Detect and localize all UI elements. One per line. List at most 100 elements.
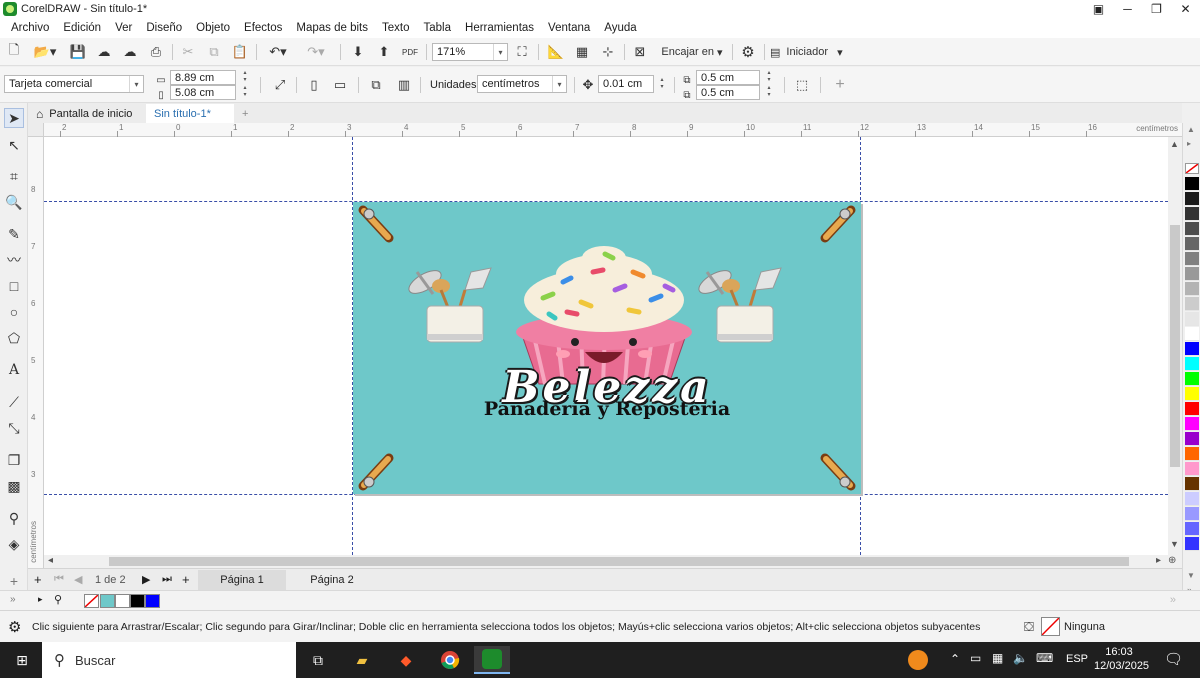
keyboard-icon[interactable]: ⌨ xyxy=(1036,651,1053,665)
palette-scroll-up-icon[interactable]: ▲ xyxy=(1187,125,1195,134)
save-icon[interactable]: 💾 xyxy=(68,42,88,62)
guideline-bottom[interactable] xyxy=(44,494,1168,495)
palette-swatch[interactable] xyxy=(1185,177,1199,191)
tray-app-icon[interactable] xyxy=(908,650,928,670)
palette-options-icon[interactable]: ▸ xyxy=(1187,139,1191,148)
notifications-icon[interactable]: 🗨 xyxy=(1164,650,1183,668)
export-icon[interactable]: ⬆ xyxy=(374,42,394,62)
next-page-button[interactable]: ▶ xyxy=(142,573,150,586)
palette-swatch[interactable] xyxy=(1185,342,1199,356)
windows-start-icon[interactable]: ⊞ xyxy=(4,646,40,674)
palette-swatch[interactable] xyxy=(1185,372,1199,386)
eyedropper-tool-icon[interactable]: ⚲ xyxy=(4,508,24,528)
brave-browser-icon[interactable]: ◆ xyxy=(388,646,424,674)
network-icon[interactable]: ▦ xyxy=(992,651,1003,665)
connector-tool-icon[interactable]: ⤡ xyxy=(4,418,24,438)
tray-expand-icon[interactable]: ⌃ xyxy=(950,652,960,666)
pdf-icon[interactable]: PDF xyxy=(400,42,420,62)
menu-archivo[interactable]: Archivo xyxy=(4,18,56,38)
copy-icon[interactable]: ⧉ xyxy=(204,42,224,62)
palette-swatch[interactable] xyxy=(1185,507,1199,521)
customize-toolbox-icon[interactable]: + xyxy=(4,571,24,591)
tab-home[interactable]: ⌂ Pantalla de inicio xyxy=(28,104,140,123)
cloud-sync-icon[interactable]: ☁ xyxy=(120,42,140,62)
horizontal-ruler[interactable]: 2 1 0 1 2 3 4 5 6 7 8 9 10 11 12 13 14 15 16 centímetros xyxy=(44,123,1182,137)
snap-off-icon[interactable]: ⊠ xyxy=(630,42,650,62)
tab-document[interactable]: Sin título-1* xyxy=(146,104,234,123)
fill-none-swatch[interactable] xyxy=(1041,617,1060,636)
text-tool-icon[interactable]: A xyxy=(4,360,24,380)
scroll-right-icon[interactable]: ▸ xyxy=(1156,555,1161,566)
current-page-icon[interactable]: ▥ xyxy=(394,75,414,95)
menu-ver[interactable]: Ver xyxy=(108,18,139,38)
palette-swatch[interactable] xyxy=(1185,207,1199,221)
nudge-spinner[interactable]: ▴ ▾ xyxy=(655,77,669,91)
vertical-scroll-thumb[interactable] xyxy=(1170,225,1180,467)
palette-swatch[interactable] xyxy=(1185,192,1199,206)
import-icon[interactable]: ⬇ xyxy=(348,42,368,62)
chrome-icon[interactable] xyxy=(432,646,468,674)
pick-tool-icon[interactable]: ➤ xyxy=(4,108,24,128)
menu-herramientas[interactable]: Herramientas xyxy=(458,18,541,38)
doc-swatch[interactable] xyxy=(145,594,160,608)
previous-page-button[interactable]: ◀ xyxy=(74,573,82,586)
add-page-before-button[interactable]: + xyxy=(34,572,42,587)
file-explorer-icon[interactable]: ▰ xyxy=(344,646,380,674)
menu-edicion[interactable]: Edición xyxy=(56,18,108,38)
freehand-tool-icon[interactable]: ✎ xyxy=(4,224,24,244)
scroll-down-icon[interactable]: ▼ xyxy=(1170,539,1179,549)
menu-ayuda[interactable]: Ayuda xyxy=(597,18,643,38)
page-width-field[interactable]: 8.89 cm xyxy=(170,70,236,85)
palette-swatch[interactable] xyxy=(1185,282,1199,296)
task-view-icon[interactable]: ⧉ xyxy=(300,646,336,674)
paste-icon[interactable]: 📋 xyxy=(230,42,250,62)
options-gear-icon[interactable]: ⚙ xyxy=(738,42,758,62)
palette-swatch[interactable] xyxy=(1185,462,1199,476)
doc-swatch[interactable] xyxy=(100,594,115,608)
launcher-dropdown[interactable]: ▤ Iniciador ▾ xyxy=(770,42,860,62)
language-indicator[interactable]: ESP xyxy=(1066,653,1088,665)
palette-swatch[interactable] xyxy=(1185,432,1199,446)
menu-tabla[interactable]: Tabla xyxy=(417,18,459,38)
transparency-tool-icon[interactable]: ▩ xyxy=(4,476,24,496)
ruler-origin[interactable] xyxy=(28,123,44,137)
palette-swatch[interactable] xyxy=(1185,492,1199,506)
coreldraw-taskbar-icon[interactable] xyxy=(474,646,510,674)
rectangle-tool-icon[interactable]: □ xyxy=(4,276,24,296)
vertical-ruler[interactable]: 8 7 6 5 4 3 centímetros xyxy=(28,123,44,568)
menu-objeto[interactable]: Objeto xyxy=(189,18,237,38)
palette-swatch[interactable] xyxy=(1185,522,1199,536)
palette-swatch[interactable] xyxy=(1185,417,1199,431)
maximize-button[interactable]: ❐ xyxy=(1142,0,1171,18)
menu-diseno[interactable]: Diseño xyxy=(139,18,189,38)
business-card[interactable]: Belezza Panadería y Reposteria xyxy=(353,202,861,494)
open-icon[interactable]: 📂▾ xyxy=(30,42,60,62)
palette-scroll-down-icon[interactable]: ▼ xyxy=(1187,571,1195,580)
print-icon[interactable]: ⎙ xyxy=(146,42,166,62)
tab-page-2[interactable]: Página 2 xyxy=(288,570,376,590)
palette-swatch[interactable] xyxy=(1185,477,1199,491)
guidelines-icon[interactable]: ⊹ xyxy=(598,42,618,62)
palette-swatch[interactable] xyxy=(1185,357,1199,371)
docpal-eyedropper-icon[interactable]: ⚲ xyxy=(54,593,62,606)
tab-page-1[interactable]: Página 1 xyxy=(198,570,286,590)
palette-swatch[interactable] xyxy=(1185,387,1199,401)
palette-swatch[interactable] xyxy=(1185,537,1199,551)
taskbar-search-box[interactable]: ⚲ Buscar xyxy=(42,642,296,678)
scroll-left-icon[interactable]: ◂ xyxy=(48,555,53,566)
menu-ventana[interactable]: Ventana xyxy=(541,18,597,38)
palette-swatch[interactable] xyxy=(1185,252,1199,266)
add-icon[interactable]: + xyxy=(830,75,850,95)
close-button[interactable]: ✕ xyxy=(1171,0,1200,18)
crop-tool-icon[interactable]: ⌗ xyxy=(4,166,24,186)
palette-swatch[interactable] xyxy=(1185,297,1199,311)
duplicate-y-spinner[interactable]: ▴ ▾ xyxy=(762,85,776,99)
new-tab-button[interactable]: + xyxy=(234,104,256,123)
drop-shadow-tool-icon[interactable]: ❐ xyxy=(4,450,24,470)
polygon-tool-icon[interactable]: ⬠ xyxy=(4,328,24,348)
no-color-swatch[interactable] xyxy=(1185,163,1199,174)
rulers-icon[interactable]: 📐 xyxy=(546,42,566,62)
zoom-navigator-icon[interactable]: ⊕ xyxy=(1168,555,1176,566)
page-width-spinner[interactable]: ▴ ▾ xyxy=(238,70,252,84)
docpal-menu-icon[interactable]: ▸ xyxy=(38,594,43,605)
